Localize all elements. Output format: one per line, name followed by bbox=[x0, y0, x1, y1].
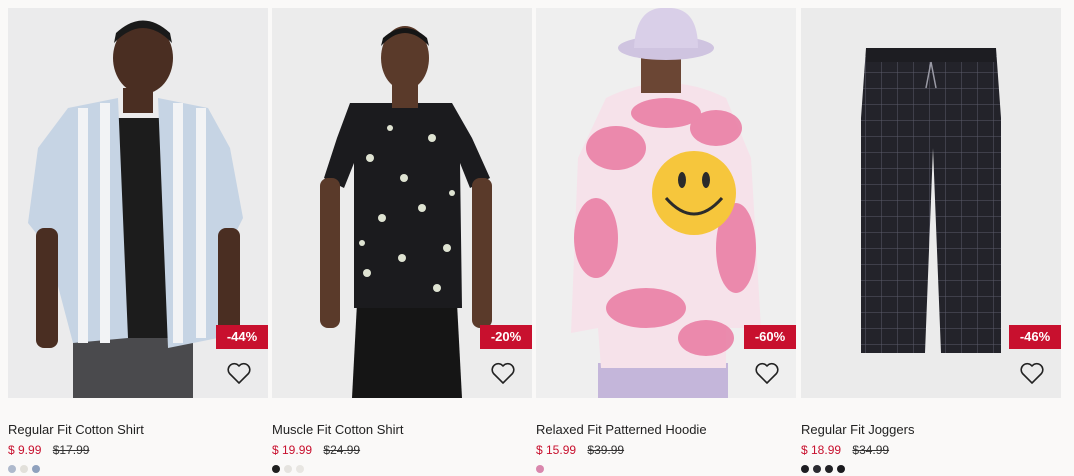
heart-outline-icon bbox=[227, 362, 251, 384]
discount-badge: -46% bbox=[1009, 325, 1061, 349]
color-swatches bbox=[8, 465, 40, 473]
sale-price: $ 18.99 bbox=[801, 443, 842, 457]
product-image[interactable]: -44% bbox=[8, 8, 268, 398]
product-image[interactable]: -46% bbox=[801, 8, 1061, 398]
sale-price: $ 9.99 bbox=[8, 443, 42, 457]
color-swatch[interactable] bbox=[32, 465, 40, 473]
product-card[interactable]: -20% Muscle Fit Cotton Shirt $ 19.99 $24… bbox=[272, 8, 532, 476]
color-swatch[interactable] bbox=[536, 465, 544, 473]
favorite-button[interactable] bbox=[490, 361, 516, 385]
price-row: $ 19.99 $24.99 bbox=[272, 443, 360, 457]
discount-badge: -60% bbox=[744, 325, 796, 349]
discount-badge: -44% bbox=[216, 325, 268, 349]
heart-outline-icon bbox=[491, 362, 515, 384]
original-price: $39.99 bbox=[587, 443, 625, 457]
favorite-button[interactable] bbox=[1019, 361, 1045, 385]
discount-badge: -20% bbox=[480, 325, 532, 349]
sale-price: $ 19.99 bbox=[272, 443, 313, 457]
price-row: $ 18.99 $34.99 bbox=[801, 443, 889, 457]
color-swatch[interactable] bbox=[837, 465, 845, 473]
color-swatch[interactable] bbox=[825, 465, 833, 473]
color-swatch[interactable] bbox=[272, 465, 280, 473]
product-card[interactable]: -60% Relaxed Fit Patterned Hoodie $ 15.9… bbox=[536, 8, 796, 476]
price-row: $ 9.99 $17.99 bbox=[8, 443, 89, 457]
product-title[interactable]: Regular Fit Joggers bbox=[801, 422, 914, 437]
color-swatches bbox=[272, 465, 304, 473]
favorite-button[interactable] bbox=[226, 361, 252, 385]
product-card[interactable]: -46% Regular Fit Joggers $ 18.99 $34.99 bbox=[801, 8, 1061, 476]
original-price: $17.99 bbox=[52, 443, 90, 457]
color-swatches bbox=[536, 465, 544, 473]
color-swatch[interactable] bbox=[801, 465, 809, 473]
sale-price: $ 15.99 bbox=[536, 443, 577, 457]
favorite-button[interactable] bbox=[754, 361, 780, 385]
color-swatch[interactable] bbox=[8, 465, 16, 473]
color-swatch[interactable] bbox=[296, 465, 304, 473]
price-row: $ 15.99 $39.99 bbox=[536, 443, 624, 457]
color-swatch[interactable] bbox=[20, 465, 28, 473]
heart-outline-icon bbox=[755, 362, 779, 384]
product-grid: -44% Regular Fit Cotton Shirt $ 9.99 $17… bbox=[0, 0, 1074, 476]
product-title[interactable]: Regular Fit Cotton Shirt bbox=[8, 422, 144, 437]
heart-outline-icon bbox=[1020, 362, 1044, 384]
color-swatches bbox=[801, 465, 845, 473]
product-image[interactable]: -60% bbox=[536, 8, 796, 398]
product-title[interactable]: Muscle Fit Cotton Shirt bbox=[272, 422, 404, 437]
original-price: $24.99 bbox=[323, 443, 361, 457]
original-price: $34.99 bbox=[852, 443, 890, 457]
product-image[interactable]: -20% bbox=[272, 8, 532, 398]
color-swatch[interactable] bbox=[813, 465, 821, 473]
product-title[interactable]: Relaxed Fit Patterned Hoodie bbox=[536, 422, 707, 437]
color-swatch[interactable] bbox=[284, 465, 292, 473]
product-card[interactable]: -44% Regular Fit Cotton Shirt $ 9.99 $17… bbox=[8, 8, 268, 476]
